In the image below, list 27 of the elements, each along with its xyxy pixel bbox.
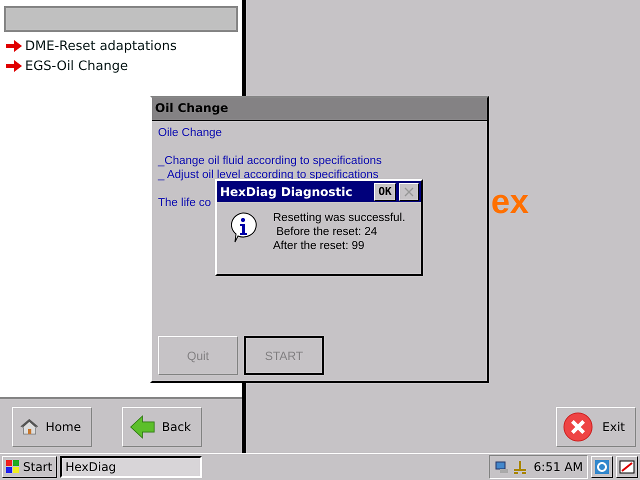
instruction-text: Oile Change xyxy=(158,126,223,140)
window-title: Oil Change xyxy=(152,98,487,121)
instruction-text: _ Adjust oil level according to specifications xyxy=(158,168,380,182)
windows-flag-icon xyxy=(5,459,21,475)
network-icon[interactable] xyxy=(494,459,510,475)
list-item[interactable]: DME-Reset adaptations xyxy=(4,36,238,56)
start-button[interactable]: Start xyxy=(2,456,58,478)
message-text: After the reset: 99 xyxy=(273,239,366,253)
logo-text: ex xyxy=(491,182,529,222)
dialog-title: HexDiag Diagnostic xyxy=(220,184,354,198)
message-text: Before the reset: 24 xyxy=(275,225,378,239)
arrow-icon xyxy=(6,60,22,72)
list-item[interactable]: EGS-Oil Change xyxy=(4,56,238,76)
instruction-text: The life co xyxy=(158,196,212,210)
clock-text: 6:51 AM xyxy=(534,460,583,474)
home-button[interactable]: Home xyxy=(12,407,92,447)
arrow-icon xyxy=(6,40,22,52)
instruction-text: _Change oil fluid according to specifications xyxy=(158,154,383,168)
exit-button[interactable]: Exit xyxy=(556,407,636,447)
back-button[interactable]: Back xyxy=(122,407,202,447)
taskbar-app-button[interactable]: HexDiag xyxy=(60,456,202,478)
close-icon xyxy=(563,412,593,442)
message-text: Resetting was successful. xyxy=(273,211,406,225)
close-icon xyxy=(404,186,414,196)
left-arrow-icon xyxy=(129,412,156,442)
desktop-icon[interactable] xyxy=(591,456,613,478)
ok-button[interactable]: OK xyxy=(374,182,396,200)
